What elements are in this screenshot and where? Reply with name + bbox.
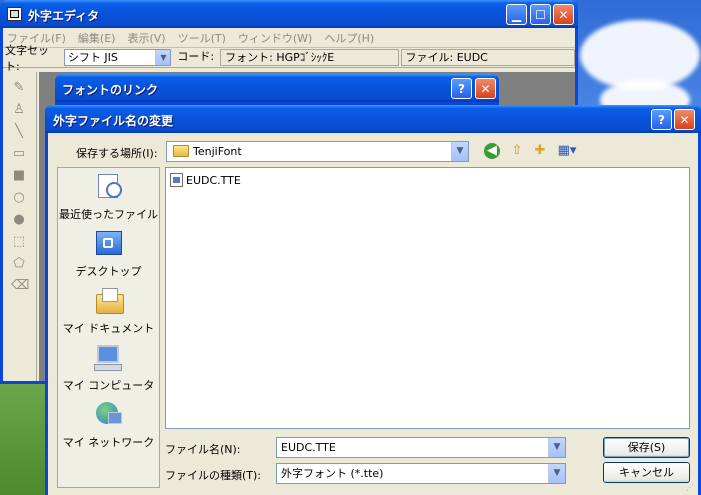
resize-grip-icon[interactable]: ⋰ bbox=[686, 483, 696, 493]
my-documents-icon bbox=[94, 286, 124, 314]
rectangle-filled-icon[interactable]: ■ bbox=[11, 168, 27, 184]
close-icon: ✕ bbox=[558, 7, 569, 22]
charset-select[interactable]: シフト JIS ▼ bbox=[63, 49, 172, 66]
menu-window[interactable]: ウィンドウ(W) bbox=[238, 30, 312, 46]
dialog-body: 保存する場所(I): TenjiFont ▼ ◀ ⇧ ✚ ▦▾ 最近使ったファイ… bbox=[48, 133, 698, 495]
list-item[interactable]: EUDC.TTE bbox=[170, 172, 241, 188]
place-label: マイ ネットワーク bbox=[62, 436, 155, 449]
chevron-down-icon[interactable]: ▼ bbox=[548, 464, 565, 483]
rename-font-file-dialog: 外字ファイル名の変更 ? ✕ 保存する場所(I): TenjiFont ▼ ◀ … bbox=[45, 105, 701, 495]
cancel-button[interactable]: キャンセル bbox=[603, 462, 690, 483]
pencil-icon[interactable]: ✎ bbox=[11, 80, 27, 96]
app-icon bbox=[7, 7, 22, 21]
help-icon: ? bbox=[658, 112, 665, 127]
close-icon: ✕ bbox=[480, 81, 491, 96]
close-icon: ✕ bbox=[679, 112, 690, 127]
place-label: デスクトップ bbox=[75, 265, 142, 278]
maximize-icon: ☐ bbox=[535, 7, 546, 22]
file-name: EUDC.TTE bbox=[186, 173, 241, 187]
lookin-select[interactable]: TenjiFont ▼ bbox=[166, 141, 469, 162]
code-label: コード: bbox=[177, 50, 215, 63]
close-button[interactable]: ✕ bbox=[475, 78, 496, 99]
filetype-select[interactable]: 外字フォント (*.tte) ▼ bbox=[276, 463, 566, 484]
minimize-icon: ▁ bbox=[511, 7, 522, 22]
back-icon[interactable]: ◀ bbox=[484, 143, 500, 159]
filename-value: EUDC.TTE bbox=[281, 441, 336, 454]
link-titlebar[interactable]: フォントのリンク ? ✕ bbox=[55, 74, 499, 102]
maximize-button[interactable]: ☐ bbox=[530, 4, 551, 25]
save-button[interactable]: 保存(S) bbox=[603, 437, 690, 458]
editor-title: 外字エディタ bbox=[28, 9, 100, 23]
place-label: 最近使ったファイル bbox=[59, 208, 158, 221]
place-recent[interactable]: 最近使ったファイル bbox=[58, 168, 159, 224]
dialog-title: 外字ファイル名の変更 bbox=[53, 114, 174, 128]
view-menu-icon[interactable]: ▦▾ bbox=[555, 142, 579, 160]
folder-icon bbox=[173, 145, 189, 157]
freeform-select-icon[interactable]: ⬠ bbox=[11, 256, 27, 272]
filename-input[interactable]: EUDC.TTE ▼ bbox=[276, 437, 566, 458]
help-button[interactable]: ? bbox=[451, 78, 472, 99]
ellipse-filled-icon[interactable]: ● bbox=[11, 212, 27, 228]
close-button[interactable]: ✕ bbox=[674, 109, 695, 130]
dialog-titlebar[interactable]: 外字ファイル名の変更 ? ✕ bbox=[45, 105, 701, 133]
filename-label: ファイル名(N): bbox=[165, 443, 241, 456]
up-folder-icon[interactable]: ⇧ bbox=[508, 142, 526, 160]
ellipse-outline-icon[interactable]: ○ bbox=[11, 190, 27, 206]
my-network-icon bbox=[94, 400, 124, 428]
new-folder-icon[interactable]: ✚ bbox=[531, 142, 549, 160]
font-file-icon bbox=[170, 173, 183, 187]
desktop-icon bbox=[94, 229, 124, 257]
charset-value: シフト JIS bbox=[67, 51, 118, 64]
charset-label: 文字セット: bbox=[5, 43, 49, 73]
minimize-button[interactable]: ▁ bbox=[506, 4, 527, 25]
filetype-label: ファイルの種類(T): bbox=[165, 469, 262, 482]
link-title: フォントのリンク bbox=[62, 83, 159, 97]
lookin-label: 保存する場所(I): bbox=[76, 147, 158, 160]
place-my-computer[interactable]: マイ コンピュータ bbox=[58, 339, 159, 395]
place-label: マイ ドキュメント bbox=[62, 322, 155, 335]
filetype-value: 外字フォント (*.tte) bbox=[281, 467, 384, 480]
place-label: マイ コンピュータ bbox=[62, 379, 155, 392]
chevron-down-icon[interactable]: ▼ bbox=[451, 142, 468, 161]
chevron-down-icon[interactable]: ▼ bbox=[548, 438, 565, 457]
place-my-documents[interactable]: マイ ドキュメント bbox=[58, 282, 159, 338]
code-toolbar: 文字セット: シフト JIS ▼ コード: フォント: HGPｺﾞｼｯｸE ファ… bbox=[3, 44, 575, 73]
lookin-value: TenjiFont bbox=[193, 145, 242, 158]
file-list[interactable]: EUDC.TTE bbox=[165, 167, 690, 429]
font-label: フォント: HGPｺﾞｼｯｸE bbox=[220, 49, 399, 66]
rect-select-icon[interactable]: ⬚ bbox=[11, 234, 27, 250]
tool-palette: ✎ ♙ ╲ ▭ ■ ○ ● ⬚ ⬠ ⌫ bbox=[3, 72, 37, 381]
my-computer-icon bbox=[94, 343, 124, 371]
chevron-down-icon[interactable]: ▼ bbox=[155, 50, 171, 65]
file-label: ファイル: EUDC bbox=[400, 49, 575, 66]
menu-help[interactable]: ヘルプ(H) bbox=[324, 30, 374, 46]
help-icon: ? bbox=[458, 81, 465, 96]
line-icon[interactable]: ╲ bbox=[11, 124, 27, 140]
menu-edit[interactable]: 編集(E) bbox=[78, 30, 116, 46]
menubar: ファイル(F) 編集(E) 表示(V) ツール(T) ウィンドウ(W) ヘルプ(… bbox=[3, 28, 575, 48]
close-button[interactable]: ✕ bbox=[553, 4, 574, 25]
editor-titlebar[interactable]: 外字エディタ ▁ ☐ ✕ bbox=[0, 0, 578, 28]
place-desktop[interactable]: デスクトップ bbox=[58, 225, 159, 281]
menu-tools[interactable]: ツール(T) bbox=[178, 30, 226, 46]
place-my-network[interactable]: マイ ネットワーク bbox=[58, 396, 159, 452]
places-bar: 最近使ったファイル デスクトップ マイ ドキュメント マイ コンピュータ マイ … bbox=[57, 167, 160, 488]
menu-view[interactable]: 表示(V) bbox=[127, 30, 165, 46]
brush-icon[interactable]: ♙ bbox=[11, 102, 27, 118]
rectangle-outline-icon[interactable]: ▭ bbox=[11, 146, 27, 162]
help-button[interactable]: ? bbox=[651, 109, 672, 130]
eraser-icon[interactable]: ⌫ bbox=[11, 278, 29, 294]
recent-documents-icon bbox=[94, 172, 124, 200]
